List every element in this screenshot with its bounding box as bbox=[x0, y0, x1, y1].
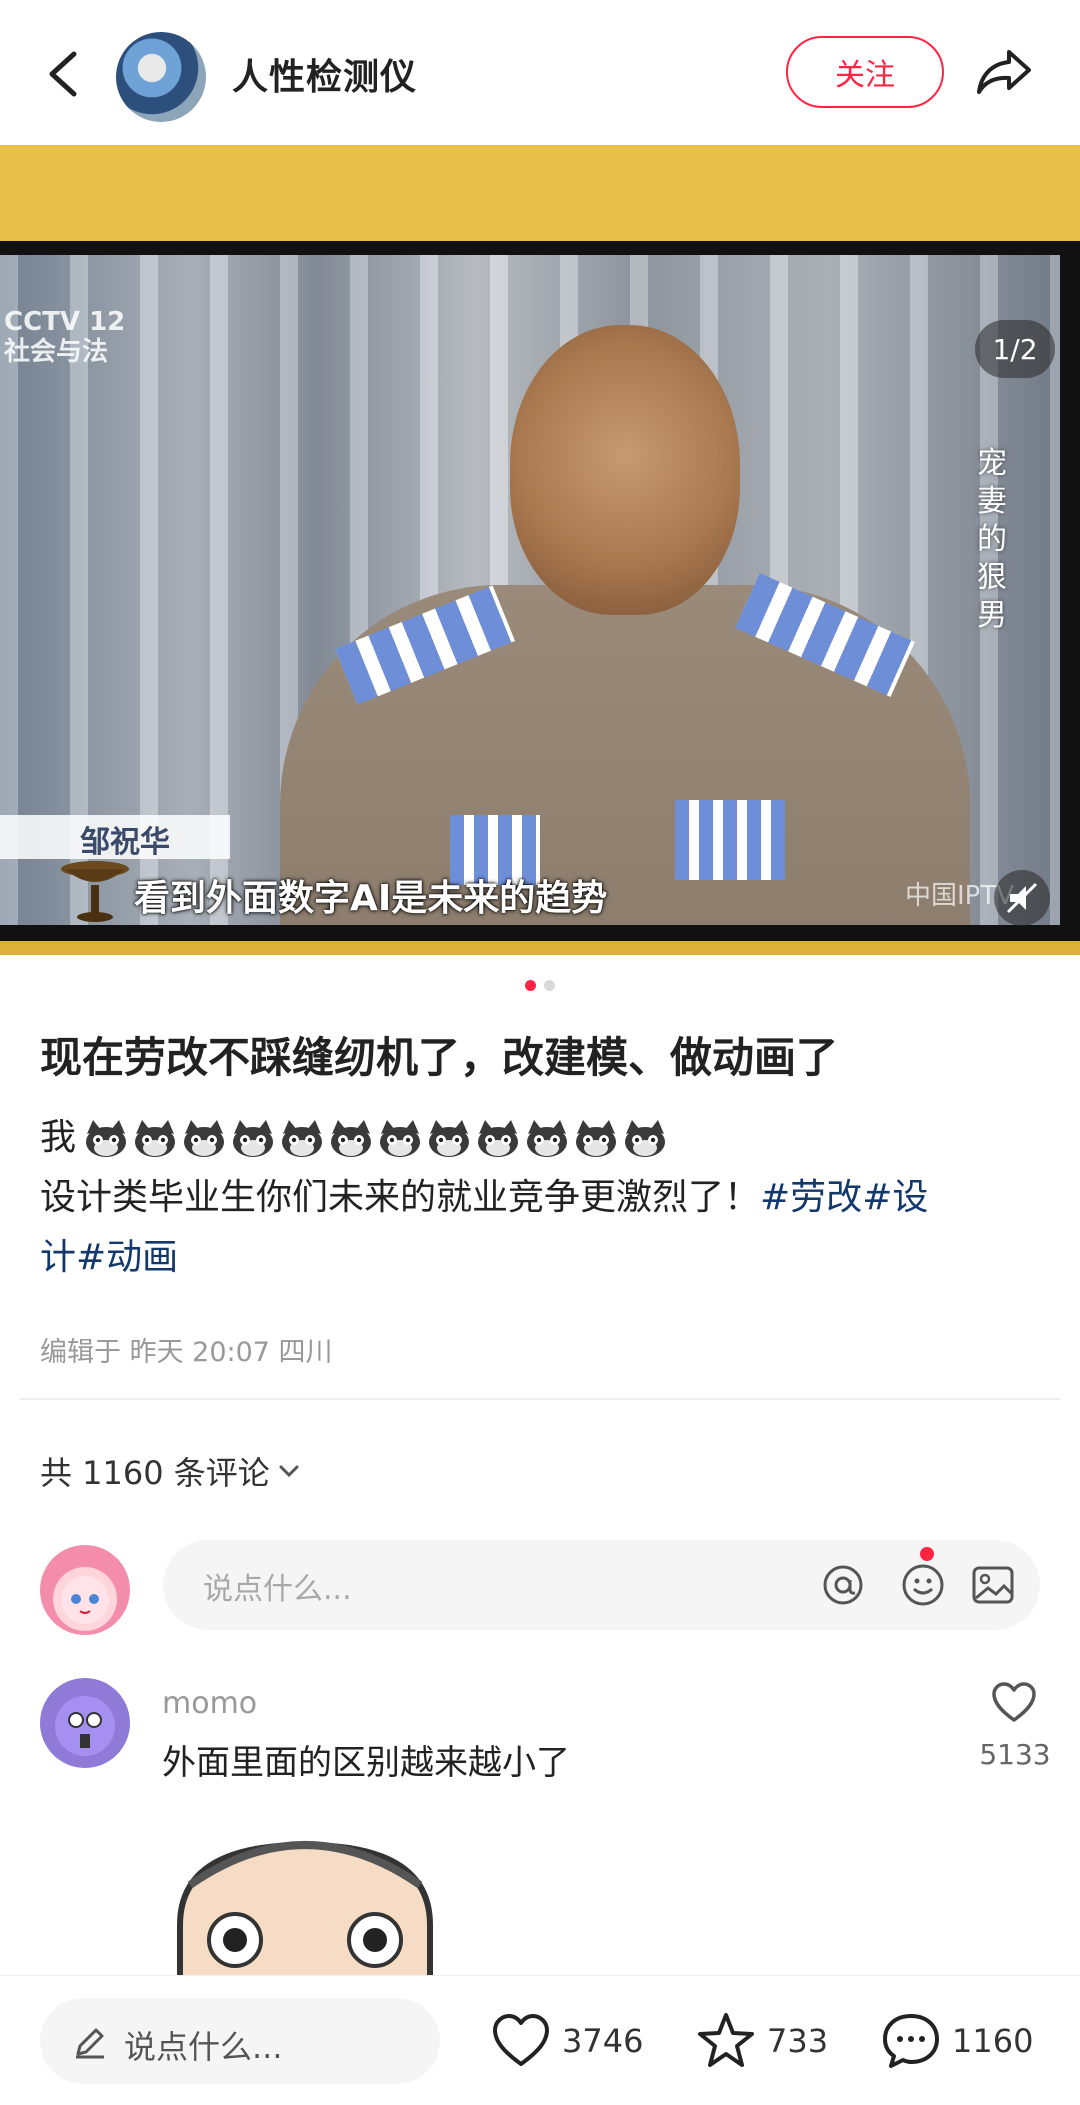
cat-face-emoji-icon bbox=[233, 1120, 274, 1157]
notification-dot bbox=[920, 1547, 934, 1561]
comments-count-label: 共 1160 条评论 bbox=[40, 1454, 270, 1492]
emoji-icon[interactable] bbox=[898, 1560, 948, 1610]
emoji-prefix: 我 bbox=[40, 1117, 77, 1158]
pencil-icon bbox=[76, 2028, 104, 2059]
carousel-dot-active bbox=[525, 980, 536, 991]
hashtag-link[interactable]: #设 bbox=[862, 1177, 928, 1218]
comment-bubble-icon bbox=[883, 2014, 939, 2068]
carousel-dot bbox=[544, 980, 555, 991]
post-body-text: 设计类毕业生你们未来的就业竞争更激烈了！ bbox=[40, 1177, 761, 1218]
tv-frame: CCTV 12 社会与法 宠 妻 的 狠 男 邹祝华 看到外面数字AI是未来的趋… bbox=[0, 241, 1080, 941]
heart-icon bbox=[493, 2014, 549, 2066]
comment-username[interactable]: momo bbox=[162, 1686, 257, 1721]
cat-face-emoji-icon bbox=[331, 1120, 372, 1157]
hashtag-link[interactable]: #劳改 bbox=[760, 1177, 862, 1218]
cat-face-emoji-icon bbox=[282, 1120, 323, 1157]
cat-face-emoji-icon bbox=[135, 1120, 176, 1157]
page-indicator: 1/2 bbox=[975, 320, 1055, 378]
cat-emoji-group bbox=[80, 1118, 668, 1158]
bottom-comment-input[interactable]: 说点什么... bbox=[40, 1998, 440, 2084]
bottom-action-bar: 说点什么... 3746 733 1160 bbox=[0, 1975, 1080, 2105]
comment-input[interactable]: 说点什么... bbox=[163, 1540, 1040, 1630]
cat-face-emoji-icon bbox=[380, 1120, 421, 1157]
channel-logo: CCTV 12 社会与法 bbox=[4, 307, 126, 367]
comment-text: 外面里面的区别越来越小了 bbox=[162, 1743, 570, 1783]
post-meta: 编辑于 昨天 20:07 四川 bbox=[40, 1337, 333, 1368]
comments-count-sort[interactable]: 共 1160 条评论 bbox=[40, 1448, 300, 1494]
comment-heart-icon[interactable] bbox=[990, 1680, 1038, 1724]
bottom-input-placeholder: 说点什么... bbox=[124, 2028, 283, 2066]
divider bbox=[20, 1398, 1060, 1400]
vertical-caption: 宠 妻 的 狠 男 bbox=[977, 446, 1007, 633]
mention-icon[interactable] bbox=[818, 1560, 868, 1610]
tv-screen-image: CCTV 12 社会与法 宠 妻 的 狠 男 邹祝华 看到外面数字AI是未来的趋… bbox=[0, 255, 1060, 925]
author-avatar[interactable] bbox=[116, 32, 206, 122]
like-count: 3746 bbox=[562, 2022, 644, 2060]
post-title: 现在劳改不踩缝纫机了，改建模、做动画了 bbox=[40, 1033, 839, 1082]
cat-face-emoji-icon bbox=[527, 1120, 568, 1157]
carousel-dots bbox=[0, 980, 1080, 991]
comment-input-placeholder: 说点什么... bbox=[203, 1572, 352, 1607]
post-body-line: 设计类毕业生你们未来的就业竞争更激烈了！#劳改#设 bbox=[40, 1168, 1040, 1228]
comment-button[interactable]: 1160 bbox=[880, 2010, 1033, 2072]
cat-face-emoji-icon bbox=[429, 1120, 470, 1157]
comment-count: 1160 bbox=[952, 2022, 1034, 2060]
cat-face-emoji-icon bbox=[86, 1120, 127, 1157]
video-subtitle: 看到外面数字AI是未来的趋势 bbox=[134, 878, 608, 919]
cat-face-emoji-icon bbox=[184, 1120, 225, 1157]
favorite-count: 733 bbox=[767, 2022, 829, 2060]
post-body-line: 计#动画 bbox=[40, 1228, 1040, 1288]
mute-sound-icon[interactable] bbox=[994, 870, 1050, 926]
comment-avatar[interactable] bbox=[40, 1678, 130, 1768]
emoji-line: 我 bbox=[40, 1108, 1040, 1168]
favorite-button[interactable]: 733 bbox=[695, 2010, 828, 2072]
my-avatar bbox=[40, 1545, 130, 1635]
comment-like-count: 5133 bbox=[979, 1738, 1051, 1771]
top-bar: 人性检测仪 关注 bbox=[0, 0, 1080, 145]
chevron-down-icon bbox=[279, 1465, 299, 1478]
cat-face-emoji-icon bbox=[625, 1120, 666, 1157]
back-arrow-icon[interactable] bbox=[44, 50, 84, 98]
author-name[interactable]: 人性检测仪 bbox=[232, 48, 417, 100]
post-image-carousel[interactable]: CCTV 12 社会与法 宠 妻 的 狠 男 邹祝华 看到外面数字AI是未来的趋… bbox=[0, 145, 1080, 955]
share-icon[interactable] bbox=[975, 46, 1033, 98]
follow-button[interactable]: 关注 bbox=[786, 36, 944, 108]
image-icon[interactable] bbox=[968, 1560, 1018, 1610]
cat-face-emoji-icon bbox=[478, 1120, 519, 1157]
star-icon bbox=[698, 2013, 754, 2067]
cat-face-emoji-icon bbox=[576, 1120, 617, 1157]
post-body: 我 设计类毕业生你们未来的就业竞争更激烈了！#劳改#设 计#动画 bbox=[40, 1108, 1040, 1288]
like-button[interactable]: 3746 bbox=[490, 2010, 643, 2072]
bronze-cup-decoration bbox=[61, 861, 129, 922]
hashtag-link[interactable]: 计#动画 bbox=[40, 1237, 178, 1278]
